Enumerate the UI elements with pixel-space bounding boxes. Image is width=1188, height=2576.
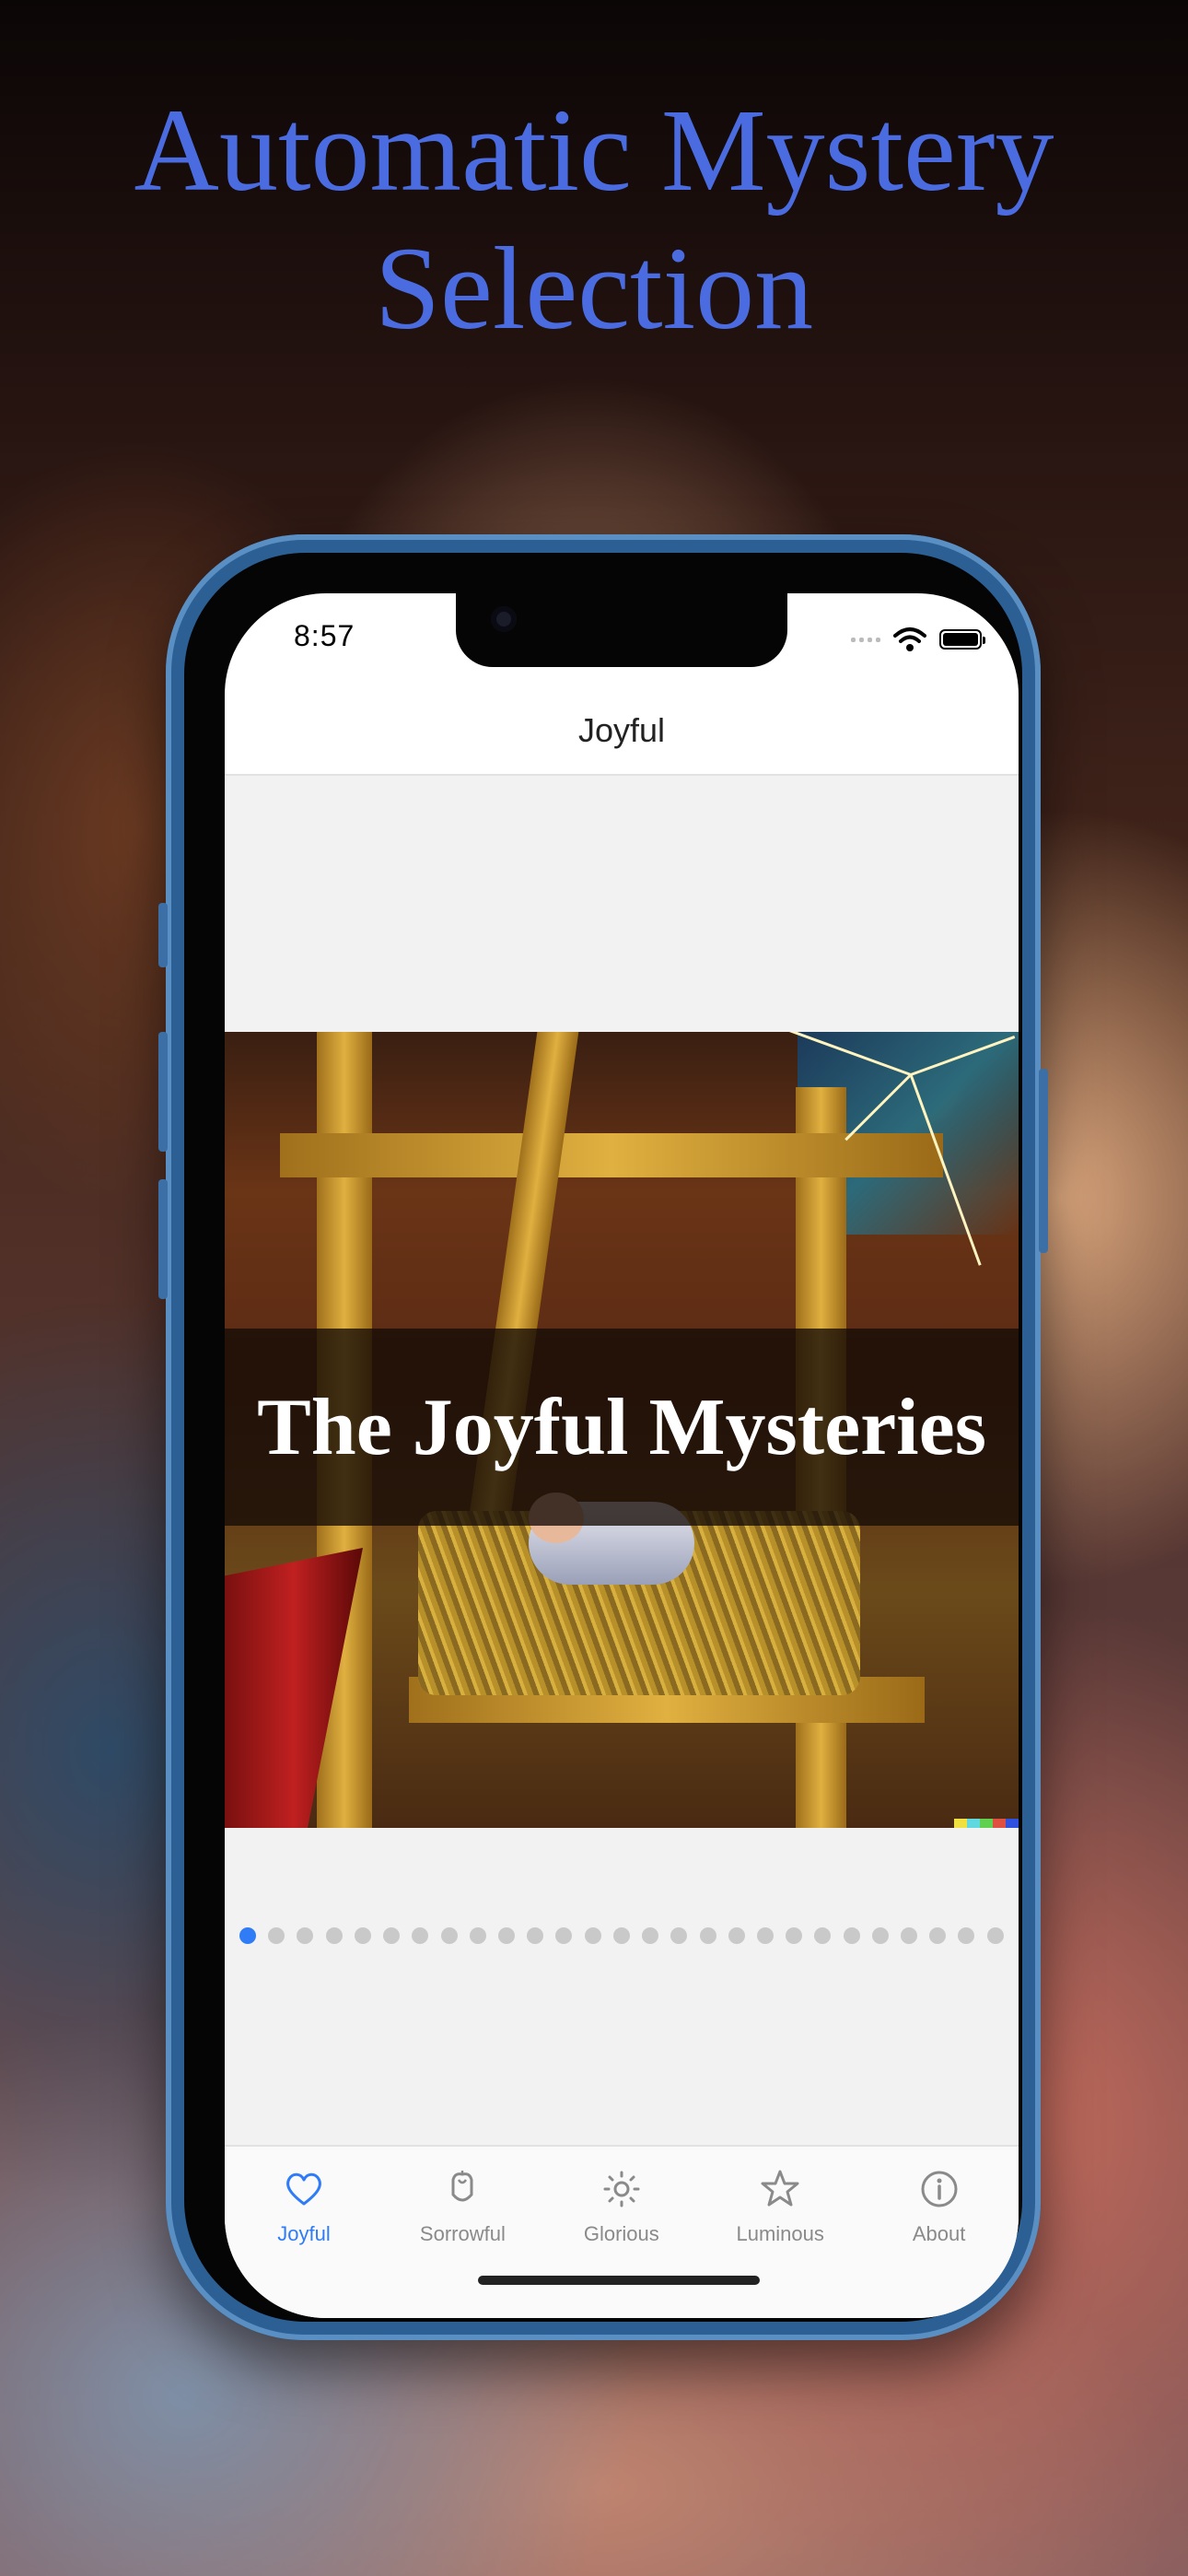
nativity-artwork[interactable]: The Joyful Mysteries	[225, 1032, 1019, 1828]
status-icons	[851, 626, 985, 652]
volume-up-button	[158, 1032, 168, 1152]
front-camera	[491, 606, 517, 632]
page-dot[interactable]	[958, 1927, 975, 1944]
tab-luminous[interactable]: Luminous	[701, 2160, 859, 2246]
tab-label: Glorious	[583, 2222, 659, 2245]
phone-bezel: 8:57 Joyful The Joyful Mysteries Joyful …	[184, 553, 1022, 2322]
tab-label: Luminous	[736, 2222, 824, 2245]
info-icon	[921, 2171, 958, 2207]
cellular-signal-icon	[851, 637, 880, 642]
page-dot[interactable]	[901, 1927, 918, 1944]
home-indicator[interactable]	[478, 2276, 760, 2285]
page-dot[interactable]	[871, 1927, 889, 1944]
page-dot[interactable]	[297, 1927, 314, 1944]
promo-title-line1: Automatic Mystery	[134, 85, 1054, 216]
volume-down-button	[158, 1179, 168, 1299]
page-dot[interactable]	[584, 1927, 601, 1944]
rose-icon	[451, 2171, 473, 2202]
star-icon	[761, 2170, 799, 2207]
tab-label: Sorrowful	[419, 2222, 506, 2245]
page-dot[interactable]	[670, 1927, 688, 1944]
page-dot[interactable]	[469, 1927, 486, 1944]
page-dot[interactable]	[325, 1927, 343, 1944]
page-dot[interactable]	[786, 1927, 803, 1944]
page-dot[interactable]	[268, 1927, 285, 1944]
side-button	[1039, 1069, 1048, 1253]
status-time: 8:57	[294, 619, 355, 652]
promo-title: Automatic Mystery Selection	[0, 81, 1188, 357]
wifi-icon	[893, 627, 926, 651]
mystery-banner: The Joyful Mysteries	[225, 1329, 1019, 1526]
page-dot[interactable]	[756, 1927, 774, 1944]
app-screen: 8:57 Joyful The Joyful Mysteries Joyful …	[225, 593, 1019, 2318]
silent-switch	[158, 903, 168, 967]
tab-bar: Joyful Sorrowful Glorious Luminous About	[225, 2145, 1019, 2318]
phone-frame: 8:57 Joyful The Joyful Mysteries Joyful …	[158, 534, 1048, 2340]
page-dot[interactable]	[986, 1927, 1004, 1944]
page-indicator[interactable]	[239, 1927, 1004, 1944]
page-dot[interactable]	[383, 1927, 401, 1944]
tab-about[interactable]: About	[860, 2160, 1019, 2246]
page-dot[interactable]	[728, 1927, 745, 1944]
page-dot[interactable]	[699, 1927, 716, 1944]
notch	[456, 593, 787, 667]
page-dot[interactable]	[527, 1927, 544, 1944]
nav-title: Joyful	[577, 711, 666, 749]
page-dot[interactable]	[412, 1927, 429, 1944]
tab-icon-wrap	[225, 2160, 383, 2219]
tab-icon-wrap	[860, 2160, 1019, 2219]
tab-icon-wrap	[701, 2160, 859, 2219]
tab-icon-wrap	[383, 2160, 542, 2219]
page-dot-active[interactable]	[239, 1927, 256, 1944]
page-dot[interactable]	[555, 1927, 573, 1944]
battery-icon	[939, 629, 985, 650]
page-dot[interactable]	[497, 1927, 515, 1944]
page-dot[interactable]	[642, 1927, 659, 1944]
art-stable-beam	[280, 1133, 943, 1177]
heart-icon	[286, 2172, 321, 2206]
page-dot[interactable]	[612, 1927, 630, 1944]
tab-icon-wrap	[542, 2160, 701, 2219]
tab-joyful[interactable]: Joyful	[225, 2160, 383, 2246]
page-dot[interactable]	[929, 1927, 947, 1944]
tab-label: About	[912, 2222, 966, 2245]
page-dot[interactable]	[814, 1927, 832, 1944]
mystery-pager[interactable]: The Joyful Mysteries	[225, 776, 1019, 2145]
tab-label: Joyful	[277, 2222, 331, 2245]
page-dot[interactable]	[354, 1927, 371, 1944]
page-dot[interactable]	[440, 1927, 458, 1944]
mystery-banner-text: The Joyful Mysteries	[257, 1382, 986, 1472]
page-dot[interactable]	[843, 1927, 860, 1944]
image-watermark	[954, 1819, 1019, 1828]
promo-title-line2: Selection	[374, 223, 814, 354]
tab-glorious[interactable]: Glorious	[542, 2160, 701, 2246]
tab-sorrowful[interactable]: Sorrowful	[383, 2160, 542, 2246]
sun-icon	[603, 2171, 640, 2207]
